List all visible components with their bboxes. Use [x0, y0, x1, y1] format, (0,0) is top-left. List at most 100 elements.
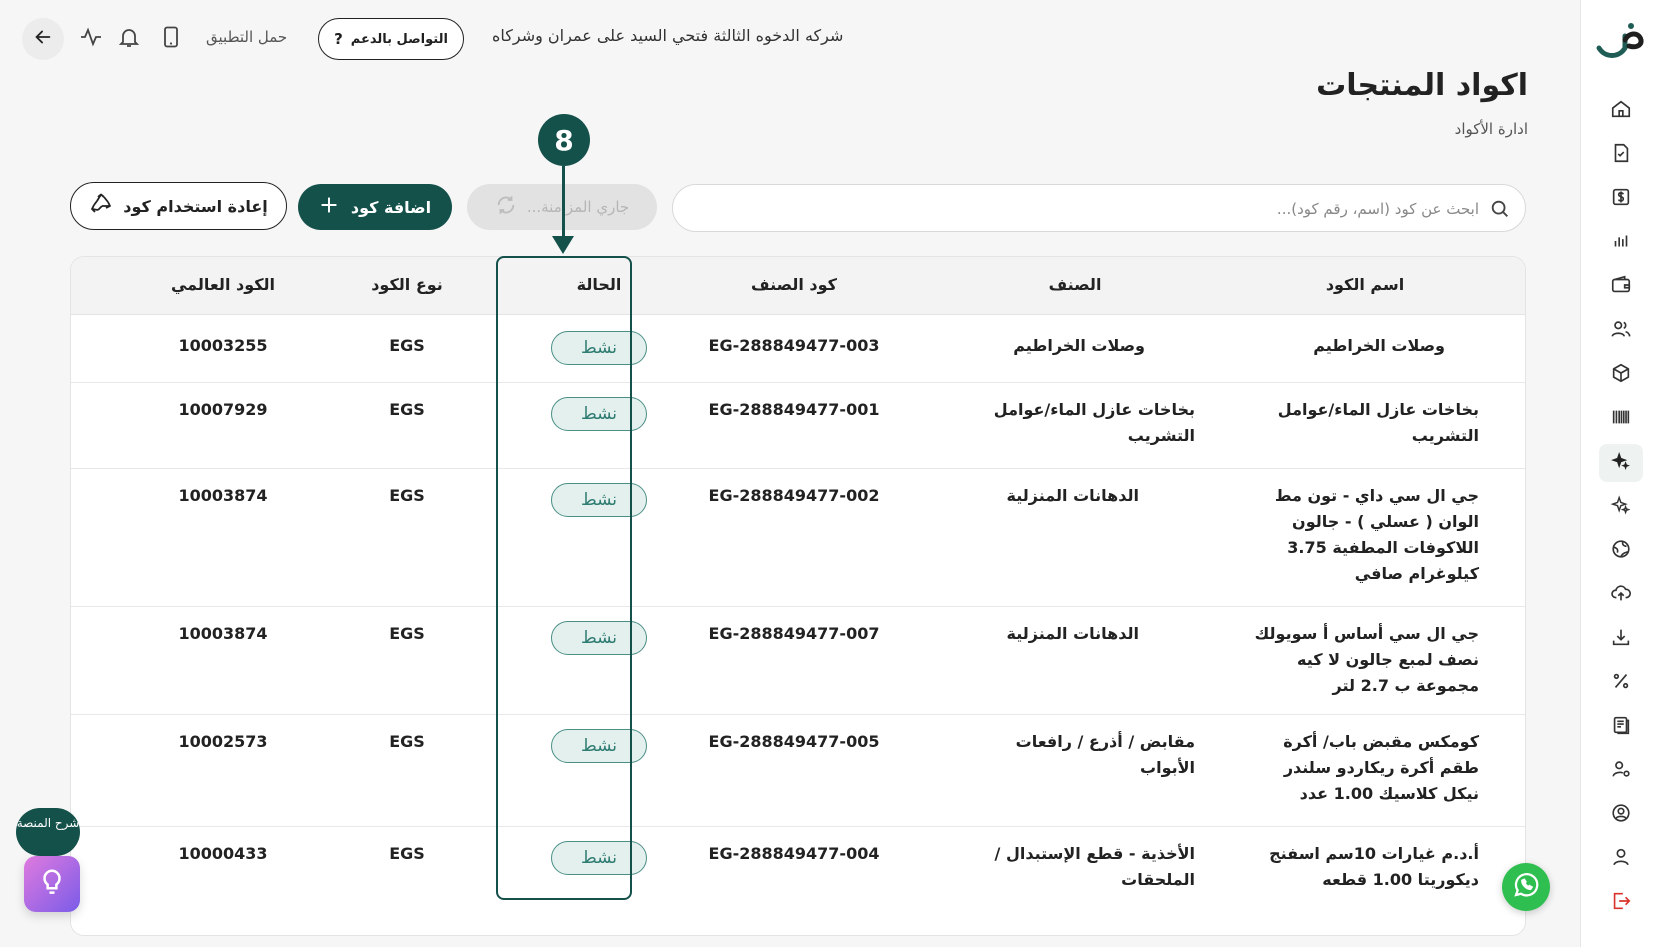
sidebar-item-reports[interactable]: [1599, 224, 1643, 262]
status-column-highlight: [496, 256, 632, 900]
sidebar-item-barcodes[interactable]: [1599, 400, 1643, 438]
add-code-button[interactable]: اضافة كود: [298, 184, 452, 230]
row-global-code: 10003874: [178, 486, 268, 505]
whatsapp-button[interactable]: [1502, 863, 1550, 911]
column-header-name[interactable]: اسم الكود: [1305, 275, 1425, 294]
recycle-icon: [89, 192, 113, 220]
annotation-arrow-head: [552, 236, 574, 254]
table-row[interactable]: جي ال سي أساس أ سويولك نصف لمبع جالون لا…: [71, 607, 1525, 715]
row-code-type: EGS: [389, 844, 425, 863]
column-header-item-code[interactable]: كود الصنف: [729, 275, 859, 294]
page-subtitle: ادارة الأكواد: [1454, 120, 1528, 138]
brand-logo[interactable]: [1595, 18, 1647, 62]
back-button[interactable]: [22, 18, 64, 60]
support-label: التواصل بالدعم: [350, 31, 448, 47]
reuse-code-label: إعادة استخدام كود: [123, 196, 268, 216]
sidebar-item-products[interactable]: [1599, 356, 1643, 394]
sidebar-item-wallet[interactable]: [1599, 268, 1643, 306]
report-icon: [1610, 714, 1632, 740]
chart-icon: [1610, 230, 1632, 256]
sidebar-item-ai[interactable]: [1599, 488, 1643, 526]
row-code-name: بخاخات عازل الماء/عوامل التشريب: [1277, 400, 1479, 445]
row-category: الأخذية - قطع الإستبدال / الملحقات: [994, 844, 1195, 889]
company-name: شركه الدخوه الثالثة فتحي السيد على عمران…: [492, 26, 844, 45]
sidebar-item-payments[interactable]: [1599, 180, 1643, 218]
sparkle-icon: [1610, 450, 1632, 476]
bell-icon: [117, 25, 141, 53]
reuse-code-button[interactable]: إعادة استخدام كود: [70, 182, 287, 230]
table-row[interactable]: كومكس مقبض باب/ أكرة طقم أكرة ريكاردو سل…: [71, 715, 1525, 827]
user-circle-icon: [1610, 802, 1632, 828]
add-code-label: اضافة كود: [350, 197, 432, 217]
wallet-icon: [1610, 274, 1632, 300]
users-icon: [1610, 318, 1632, 344]
sidebar-item-upload[interactable]: [1599, 576, 1643, 614]
row-code-type: EGS: [389, 624, 425, 643]
table-row[interactable]: بخاخات عازل الماء/عوامل التشريب بخاخات ع…: [71, 383, 1525, 469]
platform-guide-button[interactable]: شرح المنصة: [16, 808, 80, 856]
row-code-type: EGS: [389, 732, 425, 751]
sidebar-item-customers[interactable]: [1599, 312, 1643, 350]
activity-button[interactable]: [78, 26, 104, 52]
row-code-name: وصلات الخراطيم: [1313, 336, 1445, 355]
logout-icon: [1610, 890, 1632, 916]
row-global-code: 10000433: [178, 844, 268, 863]
refresh-icon: [495, 194, 517, 220]
row-item-code: EG-288849477-002: [708, 486, 880, 505]
row-code-type: EGS: [389, 486, 425, 505]
percent-icon: [1610, 670, 1632, 696]
table-row[interactable]: جي ال سي داي - تون مط الوان ( عسلي ) - ج…: [71, 469, 1525, 607]
row-code-name: جي ال سي داي - تون مط الوان ( عسلي ) - ج…: [1274, 486, 1479, 583]
sidebar-item-documents[interactable]: [1599, 708, 1643, 746]
row-category: الدهانات المنزلية: [1006, 486, 1139, 505]
sidebar-nav: [1581, 92, 1660, 928]
row-category: بخاخات عازل الماء/عوامل التشريب: [993, 400, 1195, 445]
sparkle-outline-icon: [1610, 494, 1632, 520]
row-global-code: 10007929: [178, 400, 268, 419]
sidebar-item-user-settings[interactable]: [1599, 752, 1643, 790]
column-header-global-code[interactable]: الكود العالمي: [153, 275, 293, 294]
sidebar-item-home[interactable]: [1599, 92, 1643, 130]
row-item-code: EG-288849477-004: [708, 844, 880, 863]
step-number-badge: 8: [538, 114, 590, 166]
row-global-code: 10003874: [178, 624, 268, 643]
lightbulb-icon: [37, 867, 67, 901]
support-button[interactable]: التواصل بالدعم ?: [318, 18, 464, 60]
codes-table: اسم الكود الصنف كود الصنف الحالة نوع الك…: [70, 256, 1526, 936]
activity-icon: [79, 25, 103, 53]
row-global-code: 10003255: [178, 336, 268, 355]
column-header-code-type[interactable]: نوع الكود: [347, 275, 467, 294]
sidebar-item-profile[interactable]: [1599, 796, 1643, 834]
table-row[interactable]: أ.د.م غيارات 10سم اسفنج ديكوريتا 1.00 قط…: [71, 827, 1525, 935]
table-row[interactable]: وصلات الخراطيم وصلات الخراطيم EG-2888494…: [71, 315, 1525, 383]
search-input[interactable]: [719, 195, 1479, 223]
row-category: مقابض / أذرع / رافعات الأبواب: [1015, 732, 1195, 777]
annotation-arrow-line: [562, 166, 565, 240]
barcode-icon: [1610, 406, 1632, 432]
dollar-icon: [1610, 186, 1632, 212]
globe-icon: [1610, 538, 1632, 564]
sidebar-item-integrations[interactable]: [1599, 532, 1643, 570]
row-category: الدهانات المنزلية: [1006, 624, 1139, 643]
search-icon: [1489, 198, 1511, 220]
row-category: وصلات الخراطيم: [1013, 336, 1145, 355]
row-code-type: EGS: [389, 336, 425, 355]
tips-button[interactable]: [24, 856, 80, 912]
sidebar-item-logout[interactable]: [1599, 884, 1643, 922]
smartphone-icon: [159, 25, 183, 53]
column-header-category[interactable]: الصنف: [1015, 275, 1135, 294]
top-bar: حمل التطبيق التواصل بالدعم ? شركه الدخوه…: [22, 16, 1560, 62]
download-icon: [1610, 626, 1632, 652]
sidebar-item-invoices[interactable]: [1599, 136, 1643, 174]
row-code-name: جي ال سي أساس أ سويولك نصف لمبع جالون لا…: [1254, 624, 1479, 695]
notifications-button[interactable]: [116, 26, 142, 52]
download-app-link[interactable]: حمل التطبيق: [206, 28, 287, 46]
sidebar-item-product-codes[interactable]: [1599, 444, 1643, 482]
sidebar-item-account[interactable]: [1599, 840, 1643, 878]
row-code-name: كومكس مقبض باب/ أكرة طقم أكرة ريكاردو سل…: [1283, 732, 1479, 803]
arrow-left-icon: [32, 26, 54, 52]
sidebar-item-download[interactable]: [1599, 620, 1643, 658]
sidebar-item-discounts[interactable]: [1599, 664, 1643, 702]
mobile-app-button[interactable]: [158, 26, 184, 52]
box-icon: [1610, 362, 1632, 388]
